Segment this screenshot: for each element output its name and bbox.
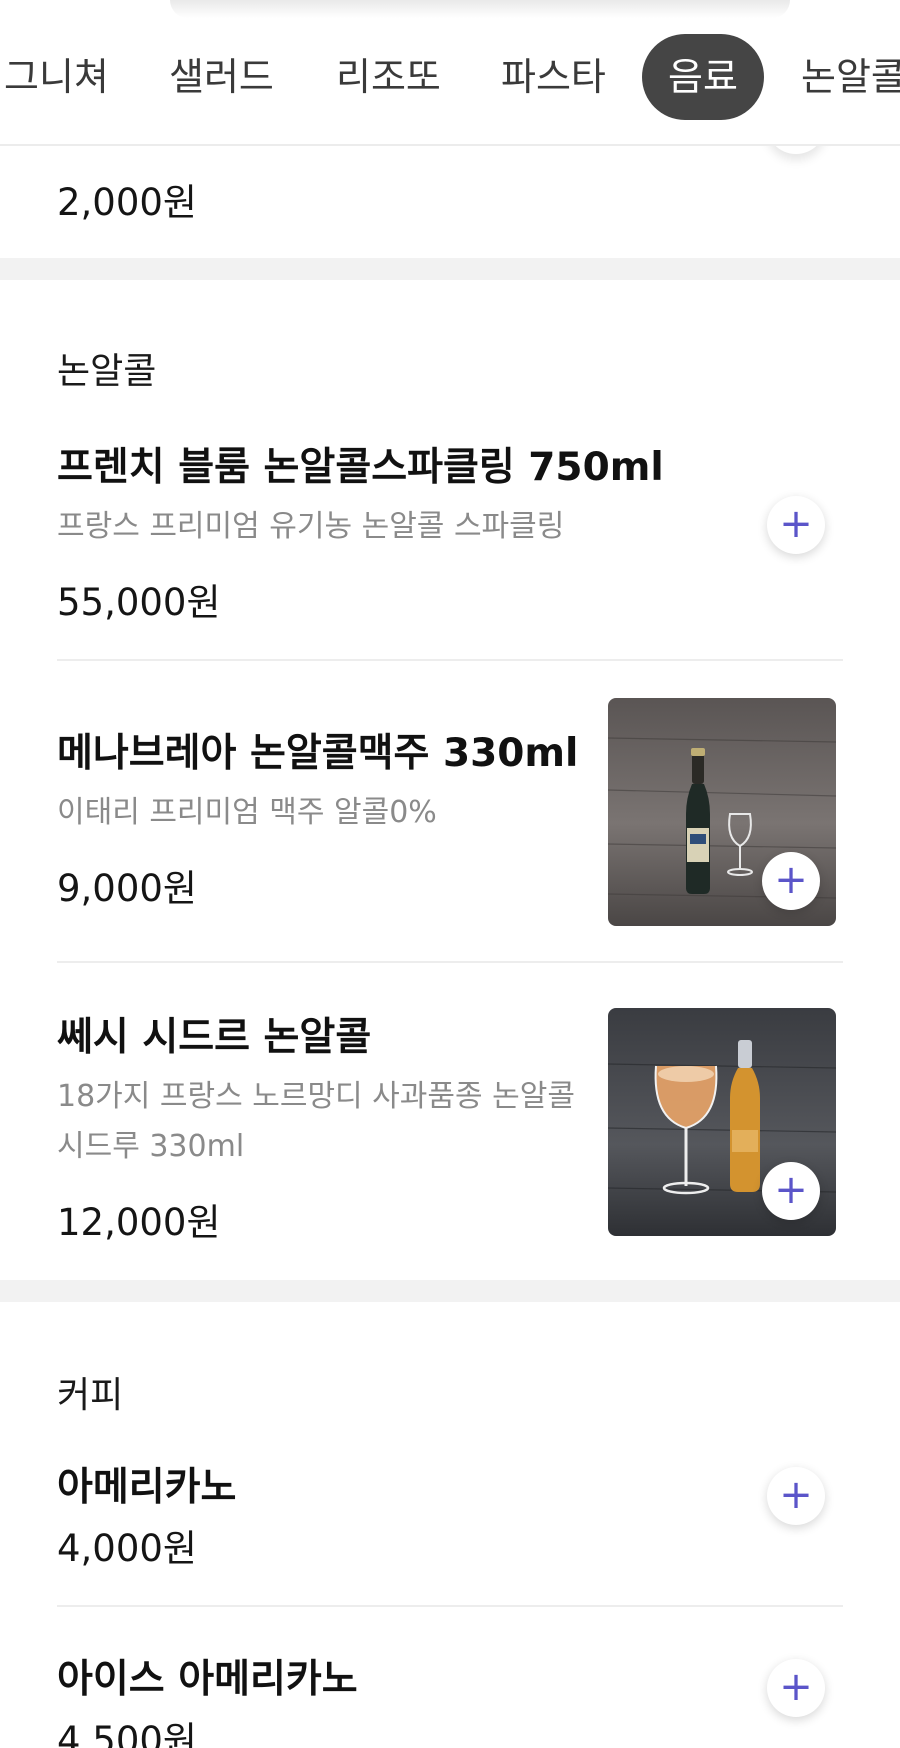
item-price: 2,000원 xyxy=(57,181,197,224)
tab-pasta[interactable]: 파스타 xyxy=(501,34,606,120)
item-price: 4,500원 xyxy=(57,1719,197,1748)
previous-section-tail: 2,000원 xyxy=(0,124,900,258)
item-divider xyxy=(57,659,843,661)
tab-risotto[interactable]: 리조또 xyxy=(336,34,441,120)
cider-glass-and-bottle-photo[interactable]: + xyxy=(608,1008,836,1236)
item-name[interactable]: 메나브레아 논알콜맥주 330ml xyxy=(57,722,578,778)
section-divider xyxy=(0,1280,900,1302)
item-divider xyxy=(57,1605,843,1607)
top-shade xyxy=(170,0,790,18)
item-name[interactable]: 아메리카노 xyxy=(57,1456,236,1512)
item-description: 이태리 프리미엄 맥주 알콜0% xyxy=(57,795,437,830)
add-item-button[interactable]: + xyxy=(767,1467,825,1525)
tab-drinks[interactable]: 음료 xyxy=(642,34,764,120)
item-price: 55,000원 xyxy=(57,581,221,624)
item-price: 9,000원 xyxy=(57,867,197,910)
section-divider xyxy=(0,258,900,280)
plus-icon: + xyxy=(779,1472,813,1518)
item-price: 12,000원 xyxy=(57,1201,221,1244)
plus-icon: + xyxy=(779,501,813,547)
category-tab-bar[interactable]: 그니쳐 샐러드 리조또 파스타 음료 논알콜 xyxy=(0,0,900,146)
add-item-button[interactable]: + xyxy=(767,1659,825,1717)
section-title-coffee: 커피 xyxy=(57,1375,124,1416)
plus-icon: + xyxy=(774,857,808,903)
item-divider xyxy=(57,961,843,963)
tab-non-alcohol[interactable]: 논알콜 xyxy=(801,34,900,120)
item-name[interactable]: 프렌치 블룸 논알콜스파클링 750ml xyxy=(57,436,664,492)
item-price: 4,000원 xyxy=(57,1527,197,1570)
add-item-button[interactable]: + xyxy=(762,1162,820,1220)
item-name[interactable]: 쎄시 시드르 논알콜 xyxy=(57,1006,371,1062)
add-item-button[interactable]: + xyxy=(767,496,825,554)
item-description-line-1: 18가지 프랑스 노르망디 사과품종 논알콜 xyxy=(57,1079,575,1114)
section-title-non-alcohol: 논알콜 xyxy=(57,351,157,392)
plus-icon: + xyxy=(774,1167,808,1213)
menu-screen: 그니쳐 샐러드 리조또 파스타 음료 논알콜 2,000원 논알콜 프렌치 블룸… xyxy=(0,0,900,1748)
tab-salad[interactable]: 샐러드 xyxy=(169,34,274,120)
add-item-button[interactable]: + xyxy=(762,852,820,910)
item-description: 프랑스 프리미엄 유기농 논알콜 스파클링 xyxy=(57,509,565,544)
item-name[interactable]: 아이스 아메리카노 xyxy=(57,1648,358,1704)
tab-signature[interactable]: 그니쳐 xyxy=(4,34,109,120)
plus-icon: + xyxy=(779,1664,813,1710)
beer-bottle-and-glass-photo[interactable]: + xyxy=(608,698,836,926)
item-description-line-2: 시드루 330ml xyxy=(57,1129,245,1164)
